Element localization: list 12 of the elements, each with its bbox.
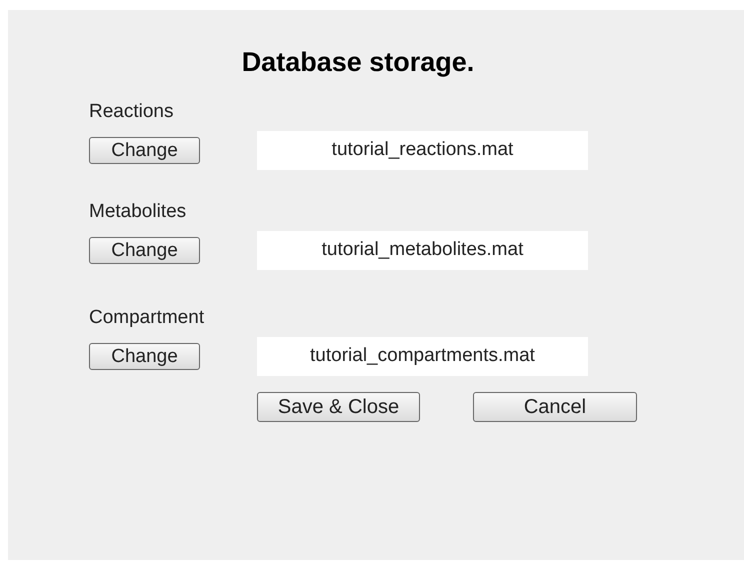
- section-label: Metabolites: [89, 200, 186, 224]
- file-name-field[interactable]: tutorial_reactions.mat: [257, 131, 588, 170]
- dialog-title: Database storage.: [242, 46, 474, 78]
- file-name-field[interactable]: tutorial_metabolites.mat: [257, 231, 588, 270]
- change-button[interactable]: Change: [89, 137, 200, 164]
- section-label: Compartment: [89, 306, 204, 330]
- file-name-field[interactable]: tutorial_compartments.mat: [257, 337, 588, 376]
- cancel-button[interactable]: Cancel: [473, 392, 637, 422]
- change-button[interactable]: Change: [89, 237, 200, 264]
- save-close-button[interactable]: Save & Close: [257, 392, 420, 422]
- section-label: Reactions: [89, 100, 174, 124]
- change-button[interactable]: Change: [89, 343, 200, 370]
